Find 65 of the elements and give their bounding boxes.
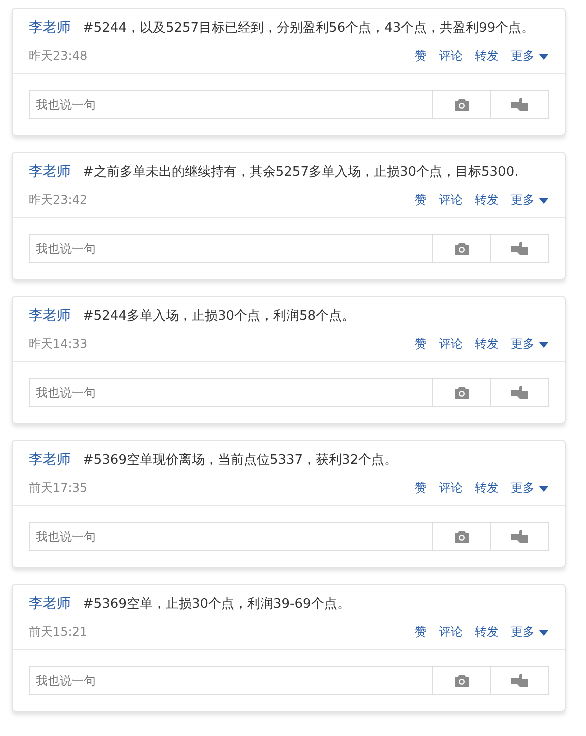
photo-button[interactable] (433, 378, 491, 407)
caret-icon (539, 630, 549, 636)
comment-field[interactable]: 我也说一句 (29, 522, 433, 551)
action-link[interactable]: 转发 (475, 624, 499, 641)
photo-button[interactable] (433, 234, 491, 263)
action-link[interactable]: 评论 (439, 48, 463, 65)
camera-icon (454, 98, 470, 112)
post-text: #5369空单现价离场，当前点位5337，获利32个点。 (83, 453, 398, 468)
post-text: #5244，以及5257目标已经到，分别盈利56个点，43个点，共盈利99个点。 (83, 21, 535, 36)
action-link[interactable]: 更多 (511, 480, 549, 497)
pointing-hand-icon (510, 98, 528, 112)
pointing-hand-icon (510, 386, 528, 400)
comment-field[interactable]: 我也说一句 (29, 234, 433, 263)
post-text: #之前多单未出的继续持有，其余5257多单入场，止损30个点，目标5300. (83, 165, 519, 180)
post-time: 前天15:21 (29, 624, 88, 641)
like-button[interactable] (491, 234, 549, 263)
action-link[interactable]: 更多 (511, 624, 549, 641)
camera-icon (454, 386, 470, 400)
post-time: 昨天14:33 (29, 336, 88, 353)
author-link[interactable]: 李老师 (29, 596, 71, 612)
photo-button[interactable] (433, 666, 491, 695)
action-link[interactable]: 更多 (511, 48, 549, 65)
camera-icon (454, 242, 470, 256)
action-link[interactable]: 转发 (475, 480, 499, 497)
author-link[interactable]: 李老师 (29, 308, 71, 324)
action-link[interactable]: 评论 (439, 624, 463, 641)
action-link[interactable]: 评论 (439, 192, 463, 209)
action-link[interactable]: 更多 (511, 192, 549, 209)
caret-icon (539, 54, 549, 60)
post-time: 前天17:35 (29, 480, 88, 497)
like-button[interactable] (491, 378, 549, 407)
author-link[interactable]: 李老师 (29, 20, 71, 36)
author-link[interactable]: 李老师 (29, 452, 71, 468)
camera-icon (454, 530, 470, 544)
photo-button[interactable] (433, 90, 491, 119)
action-link[interactable]: 评论 (439, 336, 463, 353)
photo-button[interactable] (433, 522, 491, 551)
action-link[interactable]: 转发 (475, 192, 499, 209)
comment-field[interactable]: 我也说一句 (29, 90, 433, 119)
caret-icon (539, 198, 549, 204)
camera-icon (454, 674, 470, 688)
post-text: #5369空单，止损30个点，利润39-69个点。 (83, 597, 350, 612)
like-button[interactable] (491, 522, 549, 551)
pointing-hand-icon (510, 674, 528, 688)
post-time: 昨天23:42 (29, 192, 88, 209)
pointing-hand-icon (510, 242, 528, 256)
caret-icon (539, 486, 549, 492)
action-link[interactable]: 赞 (415, 480, 427, 497)
action-link[interactable]: 赞 (415, 192, 427, 209)
action-link[interactable]: 转发 (475, 336, 499, 353)
post-text: #5244多单入场，止损30个点，利润58个点。 (83, 309, 356, 324)
action-link[interactable]: 转发 (475, 48, 499, 65)
comment-field[interactable]: 我也说一句 (29, 378, 433, 407)
post-time: 昨天23:48 (29, 48, 88, 65)
like-button[interactable] (491, 90, 549, 119)
author-link[interactable]: 李老师 (29, 164, 71, 180)
action-link[interactable]: 赞 (415, 624, 427, 641)
action-link[interactable]: 评论 (439, 480, 463, 497)
like-button[interactable] (491, 666, 549, 695)
pointing-hand-icon (510, 530, 528, 544)
action-link[interactable]: 更多 (511, 336, 549, 353)
action-link[interactable]: 赞 (415, 336, 427, 353)
action-link[interactable]: 赞 (415, 48, 427, 65)
caret-icon (539, 342, 549, 348)
comment-field[interactable]: 我也说一句 (29, 666, 433, 695)
